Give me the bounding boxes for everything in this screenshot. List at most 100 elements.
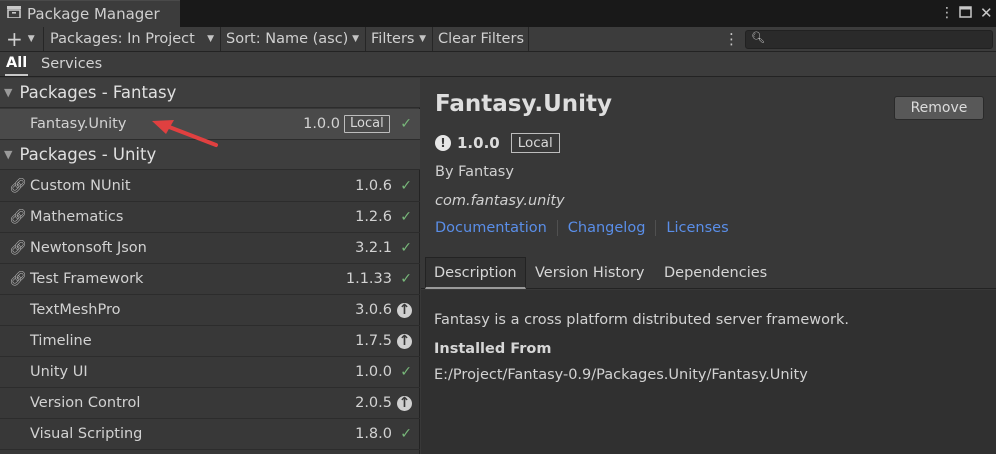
list-item[interactable]: Timeline 1.7.5 ↑: [0, 326, 420, 357]
package-name: Timeline: [30, 333, 92, 349]
package-manager-icon: [7, 6, 21, 22]
chevron-down-icon: ▼: [419, 34, 426, 44]
package-version: 1.0.0: [303, 116, 340, 132]
tab-all[interactable]: All: [5, 52, 29, 76]
annotation-arrow: [152, 120, 218, 147]
scope-tabbar: All Services: [0, 52, 996, 77]
package-version: 1.0.0: [355, 364, 392, 380]
tab-dependencies[interactable]: Dependencies: [664, 257, 767, 289]
package-version: 1.8.0: [355, 426, 392, 442]
tab-dependencies-label: Dependencies: [664, 265, 768, 281]
tab-version-history-label: Version History: [535, 265, 645, 281]
description-panel: Fantasy is a cross platform distributed …: [421, 290, 996, 454]
details-version: 1.0.0: [457, 134, 500, 152]
changelog-link[interactable]: Changelog: [568, 220, 657, 236]
package-version: 3.0.6: [355, 302, 392, 318]
tab-description[interactable]: Description: [425, 257, 526, 289]
group-label: Packages - Unity: [19, 145, 157, 164]
package-version: 1.1.33: [345, 271, 392, 287]
clear-filters-button[interactable]: Clear Filters: [433, 27, 529, 51]
kebab-icon[interactable]: ⋮: [940, 4, 954, 22]
remove-button[interactable]: Remove: [894, 96, 984, 120]
close-icon[interactable]: ✕: [980, 4, 993, 22]
packages-scope-label: Packages: In Project: [50, 31, 195, 47]
window-title: Package Manager: [27, 5, 160, 23]
package-name: Version Control: [30, 395, 141, 411]
list-item[interactable]: 🔗︎ Mathematics 1.2.6 ✓: [0, 202, 420, 233]
window-titlebar: Package Manager ⋮ ✕: [0, 0, 996, 27]
package-version: 1.7.5: [355, 333, 392, 349]
package-name: Mathematics: [30, 209, 124, 225]
package-id: com.fantasy.unity: [435, 193, 565, 209]
update-available-icon: ↑: [397, 332, 412, 349]
licenses-link[interactable]: Licenses: [666, 220, 738, 236]
window-tab[interactable]: Package Manager: [0, 0, 180, 27]
tab-all-label: All: [6, 55, 28, 71]
local-badge: Local: [344, 115, 390, 133]
sort-label: Sort: Name (asc): [226, 31, 349, 47]
chevron-down-icon: ▼: [352, 34, 359, 44]
version-line: ! 1.0.0 Local: [435, 132, 560, 154]
package-version: 2.0.5: [355, 395, 392, 411]
link-icon: 🔗︎: [9, 271, 27, 287]
installed-from-path: E:/Project/Fantasy-0.9/Packages.Unity/Fa…: [434, 367, 808, 383]
package-title: Fantasy.Unity: [435, 91, 613, 117]
description-text: Fantasy is a cross platform distributed …: [434, 312, 849, 328]
checkmark-icon: ✓: [400, 240, 412, 256]
package-name: Unity UI: [30, 364, 88, 380]
package-version: 1.2.6: [355, 209, 392, 225]
package-details: Fantasy.Unity Remove ! 1.0.0 Local By Fa…: [421, 78, 996, 454]
warning-icon: !: [435, 135, 451, 151]
link-icon: 🔗︎: [9, 240, 27, 256]
package-version: 1.0.6: [355, 178, 392, 194]
group-header[interactable]: ▼ Packages - Fantasy: [0, 78, 420, 108]
package-version: 3.2.1: [355, 240, 392, 256]
package-name: Test Framework: [30, 271, 144, 287]
package-links: Documentation Changelog Licenses: [435, 220, 749, 236]
toolbar-menu-icon[interactable]: ⋮: [724, 30, 739, 48]
package-name: TextMeshPro: [30, 302, 121, 318]
expand-triangle-icon[interactable]: ▼: [4, 86, 12, 99]
package-name: Visual Scripting: [30, 426, 143, 442]
checkmark-icon: ✓: [400, 209, 412, 225]
link-icon: 🔗︎: [9, 178, 27, 194]
checkmark-icon: ✓: [400, 426, 412, 442]
chevron-down-icon: ▼: [27, 34, 35, 44]
list-item[interactable]: 🔗︎ Test Framework 1.1.33 ✓: [0, 264, 420, 295]
list-item[interactable]: Unity UI 1.0.0 ✓: [0, 357, 420, 388]
maximize-icon[interactable]: [959, 5, 972, 23]
tab-services[interactable]: Services: [41, 52, 102, 76]
list-item[interactable]: Version Control 2.0.5 ↑: [0, 388, 420, 419]
list-item[interactable]: 🔗︎ Custom NUnit 1.0.6 ✓: [0, 171, 420, 202]
filters-dropdown[interactable]: Filters ▼: [366, 27, 433, 51]
package-name: Newtonsoft Json: [30, 240, 147, 256]
package-name: Fantasy.Unity: [30, 116, 127, 132]
checkmark-icon: ✓: [400, 116, 412, 132]
tab-version-history[interactable]: Version History: [535, 257, 645, 289]
packages-scope-dropdown[interactable]: Packages: In Project ▼: [45, 27, 221, 51]
link-icon: 🔗︎: [9, 209, 27, 225]
update-available-icon: ↑: [397, 301, 412, 318]
sort-dropdown[interactable]: Sort: Name (asc) ▼: [221, 27, 366, 51]
documentation-link[interactable]: Documentation: [435, 220, 558, 236]
list-item[interactable]: TextMeshPro 3.0.6 ↑: [0, 295, 420, 326]
author: By Fantasy: [435, 164, 514, 180]
search-input[interactable]: 🔍︎: [745, 30, 993, 49]
update-available-icon: ↑: [397, 394, 412, 411]
toolbar: + ▼ Packages: In Project ▼ Sort: Name (a…: [0, 27, 996, 52]
filters-label: Filters: [371, 31, 415, 47]
checkmark-icon: ✓: [400, 364, 412, 380]
clear-filters-label: Clear Filters: [438, 31, 524, 47]
installed-from-label: Installed From: [434, 341, 552, 357]
package-name: Custom NUnit: [30, 178, 131, 194]
chevron-down-icon: ▼: [207, 34, 214, 44]
expand-triangle-icon[interactable]: ▼: [4, 148, 12, 161]
list-item[interactable]: Visual Scripting 1.8.0 ✓: [0, 419, 420, 450]
add-package-button[interactable]: + ▼: [0, 27, 44, 51]
list-item[interactable]: 🔗︎ Newtonsoft Json 3.2.1 ✓: [0, 233, 420, 264]
local-badge: Local: [510, 133, 560, 153]
details-tabbar: Description Version History Dependencies: [421, 257, 996, 289]
checkmark-icon: ✓: [400, 178, 412, 194]
plus-icon: +: [6, 27, 23, 51]
checkmark-icon: ✓: [400, 271, 412, 287]
